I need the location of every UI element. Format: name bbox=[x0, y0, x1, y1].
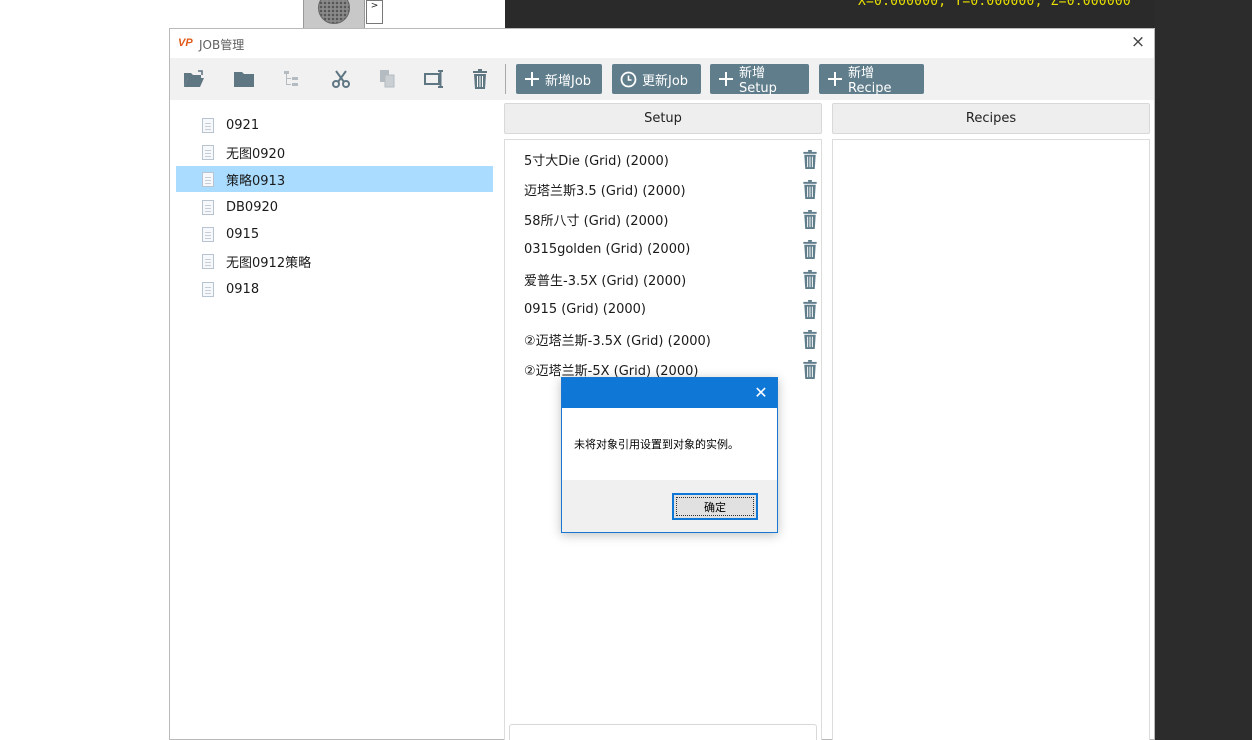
setup-item[interactable]: 0315golden (Grid) (2000) bbox=[524, 234, 817, 264]
title-bar: VP JOB管理 × bbox=[170, 29, 1154, 58]
recipes-list bbox=[832, 139, 1150, 740]
delete-setup-trash-icon[interactable] bbox=[801, 300, 819, 319]
tree-item-selected[interactable]: 策略0913 bbox=[176, 166, 493, 192]
tree-item[interactable]: 0921 bbox=[176, 112, 493, 138]
scissors-icon[interactable] bbox=[327, 66, 355, 92]
file-icon bbox=[202, 253, 214, 269]
trash-icon[interactable] bbox=[466, 66, 494, 92]
delete-setup-trash-icon[interactable] bbox=[801, 210, 819, 229]
delete-setup-trash-icon[interactable] bbox=[801, 240, 819, 259]
wafer-map-icon bbox=[318, 0, 350, 24]
toolbar-separator bbox=[505, 64, 506, 94]
dialog-footer: 确定 bbox=[562, 480, 777, 532]
update-job-button[interactable]: 更新Job bbox=[612, 64, 701, 94]
ok-button[interactable]: 确定 bbox=[672, 493, 758, 520]
wafer-thumbnail bbox=[303, 0, 365, 28]
setup-item[interactable]: 迈塔兰斯3.5 (Grid) (2000) bbox=[524, 174, 817, 204]
tree-item-label: 策略0913 bbox=[226, 173, 286, 189]
toolbar: 新增Job 更新Job 新增Setup 新增Recipe bbox=[170, 58, 1154, 100]
setup-item[interactable]: 爱普生-3.5X (Grid) (2000) bbox=[524, 264, 817, 294]
add-recipe-label: 新增Recipe bbox=[848, 66, 892, 96]
plus-icon bbox=[718, 71, 734, 87]
file-icon bbox=[202, 199, 214, 215]
dialog-message: 未将对象引用设置到对象的实例。 bbox=[574, 438, 739, 451]
plus-icon bbox=[827, 71, 843, 87]
tree-structure-icon[interactable] bbox=[279, 66, 307, 92]
folder-open-icon[interactable] bbox=[180, 66, 208, 92]
add-job-button[interactable]: 新增Job bbox=[516, 64, 602, 94]
setup-item-label: 迈塔兰斯3.5 (Grid) (2000) bbox=[524, 183, 686, 199]
setup-item-label: 爱普生-3.5X (Grid) (2000) bbox=[524, 273, 687, 289]
add-job-label: 新增Job bbox=[545, 73, 592, 89]
error-dialog: ✕ 未将对象引用设置到对象的实例。 确定 bbox=[561, 377, 778, 533]
delete-setup-trash-icon[interactable] bbox=[801, 270, 819, 289]
file-icon bbox=[202, 281, 214, 297]
setup-item[interactable]: ②迈塔兰斯-3.5X (Grid) (2000) bbox=[524, 324, 817, 354]
add-recipe-button[interactable]: 新增Recipe bbox=[819, 64, 924, 96]
dialog-close-button[interactable]: ✕ bbox=[749, 381, 773, 405]
setup-item-label: 5寸大Die (Grid) (2000) bbox=[524, 153, 669, 169]
tree-item[interactable]: 0915 bbox=[176, 221, 493, 247]
delete-setup-trash-icon[interactable] bbox=[801, 180, 819, 199]
rename-icon[interactable] bbox=[420, 66, 448, 92]
setup-header: Setup bbox=[504, 103, 822, 134]
setup-item-label: 0315golden (Grid) (2000) bbox=[524, 241, 691, 257]
tree-item-label: DB0920 bbox=[226, 199, 279, 215]
setup-item[interactable]: 0915 (Grid) (2000) bbox=[524, 294, 817, 324]
plus-icon bbox=[524, 71, 540, 87]
setup-item-label: 0915 (Grid) (2000) bbox=[524, 301, 647, 317]
file-icon bbox=[202, 226, 214, 242]
tree-item-label: 0921 bbox=[226, 117, 260, 133]
tree-item[interactable]: 无图0920 bbox=[176, 139, 493, 165]
delete-setup-trash-icon[interactable] bbox=[801, 330, 819, 349]
file-icon bbox=[202, 171, 214, 187]
background-arrow-button[interactable]: > bbox=[366, 0, 383, 24]
setup-item[interactable]: 5寸大Die (Grid) (2000) bbox=[524, 144, 817, 174]
file-icon bbox=[202, 144, 214, 160]
tree-item-label: 0918 bbox=[226, 281, 260, 297]
tree-item[interactable]: 无图0912策略 bbox=[176, 248, 493, 274]
background-app-top bbox=[0, 0, 505, 28]
tree-item-label: 无图0912策略 bbox=[226, 255, 312, 271]
delete-setup-trash-icon[interactable] bbox=[801, 360, 819, 379]
job-tree: 0921 无图0920 策略0913 DB0920 0915 无图0912策略 … bbox=[170, 100, 500, 740]
app-logo: VP bbox=[178, 37, 193, 49]
tree-item-label: 0915 bbox=[226, 226, 260, 242]
setup-item-label: ②迈塔兰斯-5X (Grid) (2000) bbox=[524, 363, 699, 379]
setup-input-box[interactable] bbox=[509, 724, 817, 740]
update-job-label: 更新Job bbox=[642, 73, 689, 89]
file-icon bbox=[202, 117, 214, 133]
window-title: JOB管理 bbox=[199, 38, 245, 52]
camera-view-edge bbox=[1154, 0, 1252, 740]
copy-icon[interactable] bbox=[373, 66, 401, 92]
tree-item-label: 无图0920 bbox=[226, 146, 286, 162]
recipes-header: Recipes bbox=[832, 103, 1150, 134]
tree-item[interactable]: 0918 bbox=[176, 276, 493, 302]
folder-icon[interactable] bbox=[230, 66, 258, 92]
coordinate-readout: X=0.000000, Y=0.000000, Z=0.000000 bbox=[858, 0, 1131, 9]
tree-item[interactable]: DB0920 bbox=[176, 194, 493, 220]
dialog-title-bar: ✕ bbox=[562, 378, 777, 408]
window-close-button[interactable]: × bbox=[1128, 32, 1148, 52]
add-setup-label: 新增Setup bbox=[739, 66, 777, 96]
setup-item[interactable]: 58所八寸 (Grid) (2000) bbox=[524, 204, 817, 234]
clock-icon bbox=[620, 71, 637, 88]
setup-item-label: ②迈塔兰斯-3.5X (Grid) (2000) bbox=[524, 333, 711, 349]
add-setup-button[interactable]: 新增Setup bbox=[710, 64, 809, 96]
delete-setup-trash-icon[interactable] bbox=[801, 150, 819, 169]
setup-item-label: 58所八寸 (Grid) (2000) bbox=[524, 213, 669, 229]
